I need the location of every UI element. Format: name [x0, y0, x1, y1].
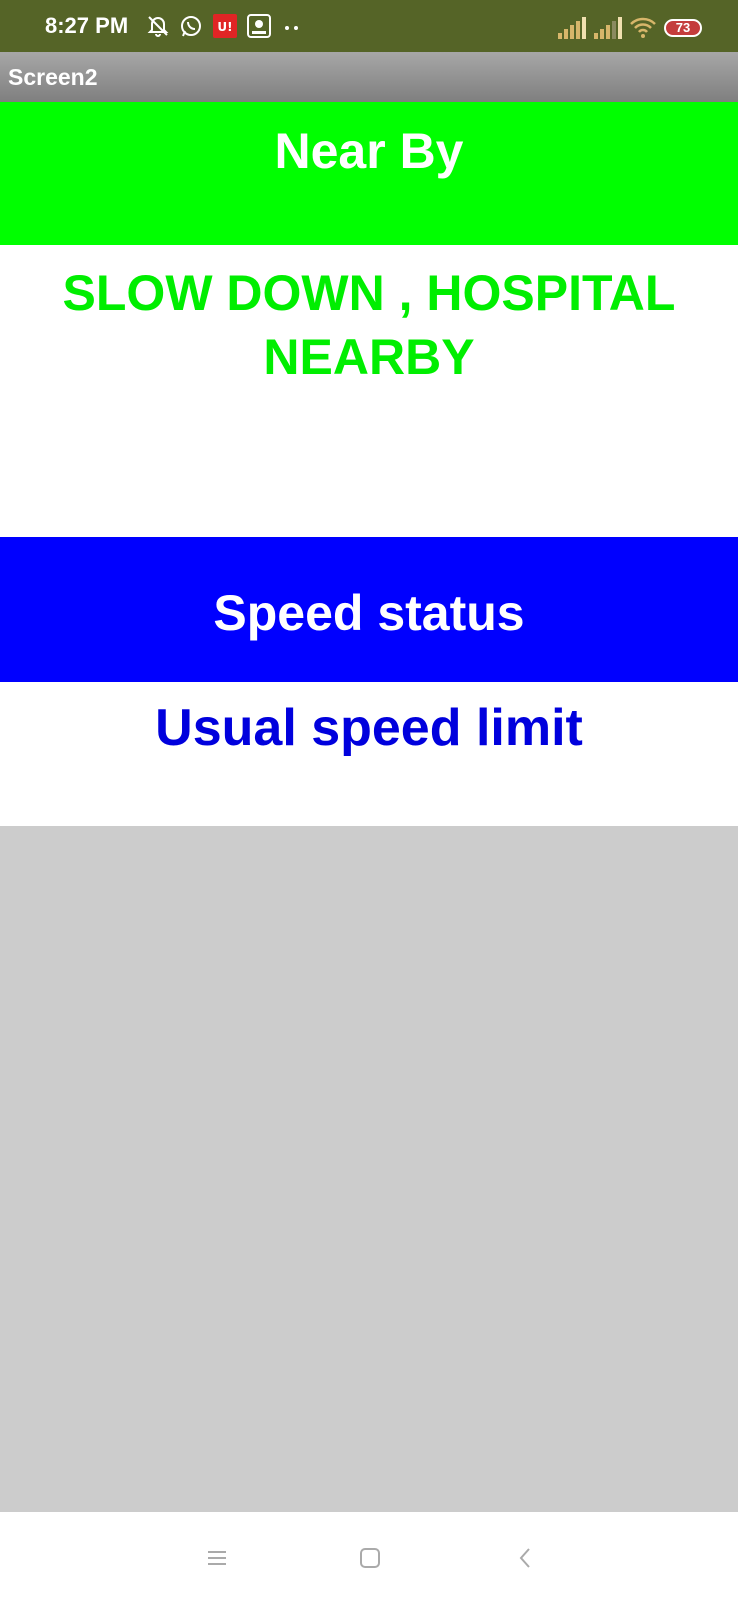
- nearby-alert-message: SLOW DOWN , HOSPITAL NEARBY: [62, 265, 676, 385]
- speed-status-header: Speed status: [0, 537, 738, 682]
- status-icons-right: 73: [558, 16, 702, 40]
- app-notification-icon: U!: [213, 14, 237, 38]
- signal-icon: [594, 17, 622, 39]
- signal-icon: [558, 17, 586, 39]
- svg-text:U!: U!: [217, 20, 232, 34]
- wifi-icon: [630, 17, 656, 38]
- speed-status-label: Speed status: [213, 585, 525, 641]
- more-dots-icon: [285, 26, 298, 30]
- title-bar: Screen2: [0, 52, 738, 102]
- menu-icon: [208, 1551, 226, 1565]
- battery-icon: 73: [664, 19, 702, 37]
- home-button[interactable]: [350, 1538, 390, 1578]
- back-button[interactable]: [505, 1538, 545, 1578]
- back-icon: [519, 1548, 530, 1568]
- home-icon: [360, 1548, 380, 1568]
- navigation-bar: [0, 1512, 738, 1600]
- bell-off-icon: [147, 16, 169, 37]
- photo-app-icon: [247, 14, 271, 38]
- status-bar: 8:27 PM U! 73: [0, 0, 738, 52]
- nearby-header-label: Near By: [274, 123, 464, 179]
- empty-content-area: [0, 826, 738, 1512]
- screen-title: Screen2: [8, 64, 98, 90]
- speed-status-value: Usual speed limit: [155, 699, 583, 757]
- status-icons-left: U!: [147, 14, 303, 38]
- menu-button[interactable]: [197, 1538, 237, 1578]
- status-time: 8:27 PM: [45, 13, 129, 38]
- whatsapp-icon: [181, 16, 201, 37]
- nearby-header: Near By: [0, 102, 738, 245]
- speed-value-area: Usual speed limit: [0, 682, 738, 826]
- nearby-message-area: SLOW DOWN , HOSPITAL NEARBY: [0, 245, 738, 537]
